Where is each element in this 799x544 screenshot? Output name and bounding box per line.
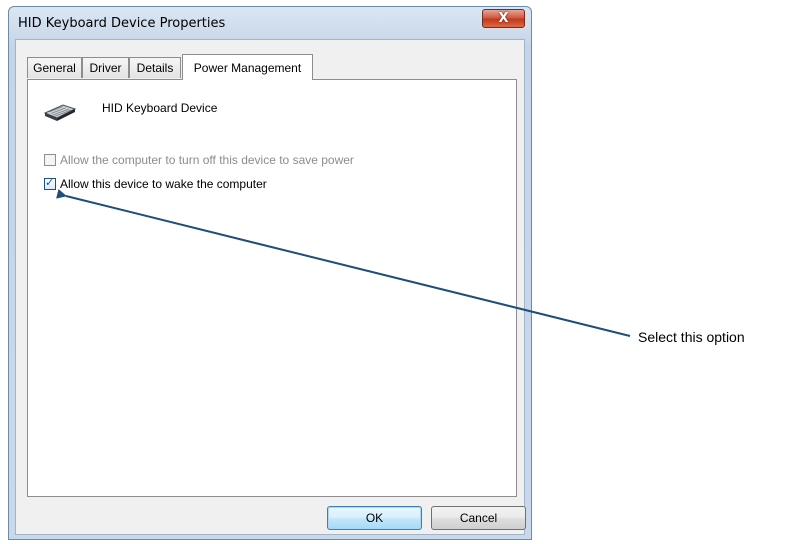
annotation-arrow bbox=[56, 188, 631, 337]
screenshot-stage: HID Keyboard Device Properties X General… bbox=[0, 0, 799, 544]
annotation-label: Select this option bbox=[638, 329, 745, 345]
tab-power-management[interactable]: Power Management bbox=[182, 54, 313, 80]
tab-label: Power Management bbox=[193, 60, 302, 75]
